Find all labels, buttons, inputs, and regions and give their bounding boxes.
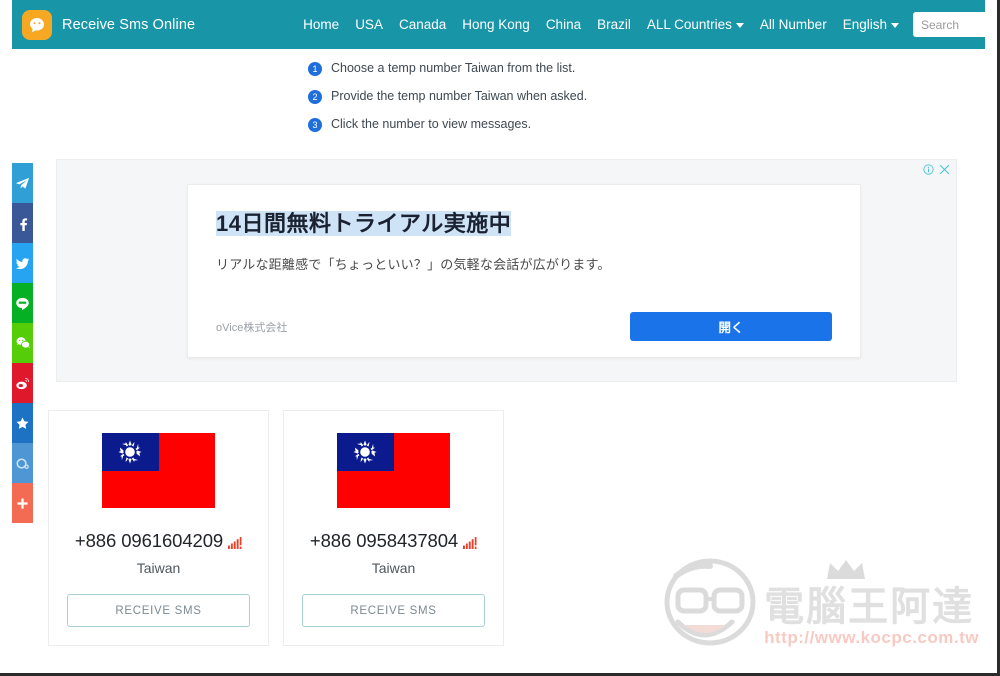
nav-link-label: USA: [355, 17, 383, 32]
brand[interactable]: Receive Sms Online: [22, 9, 196, 40]
nav-link-usa[interactable]: USA: [355, 17, 383, 32]
social-share-line[interactable]: [12, 283, 33, 323]
ad-headline: 14日間無料トライアル実施中: [216, 211, 512, 236]
nav-link-label: ALL Countries: [646, 17, 732, 32]
step-text: Click the number to view messages.: [331, 117, 532, 131]
step-number-badge: 2: [308, 90, 322, 104]
nav-link-hong-kong[interactable]: Hong Kong: [462, 17, 530, 32]
nav-link-label: English: [842, 17, 887, 32]
nav-link-canada[interactable]: Canada: [399, 17, 446, 32]
social-share-weibo[interactable]: [12, 363, 33, 403]
social-share-twitter[interactable]: [12, 243, 33, 283]
chat-smiley-icon: [22, 9, 52, 40]
social-share-more[interactable]: [12, 483, 33, 523]
nav-link-label: China: [545, 17, 582, 32]
page-content: 1 Choose a temp number Taiwan from the l…: [12, 49, 993, 670]
nav-link-label: Hong Kong: [462, 17, 530, 32]
flag-sun: [353, 440, 377, 464]
line-icon: [15, 296, 30, 311]
ad-subtext: リアルな距離感で「ちょっといい？」の気軽な会話が広がります。: [216, 257, 611, 272]
nav-link-label: All Number: [759, 17, 827, 32]
advertisement-container: 14日間無料トライアル実施中 リアルな距離感で「ちょっといい？」の気軽な会話が広…: [56, 159, 957, 382]
taiwan-flag-icon: [102, 433, 215, 508]
flag-sun: [118, 440, 142, 464]
plus-icon: [15, 496, 30, 511]
ad-footer: oVice株式会社 開く: [216, 312, 832, 341]
receive-sms-button[interactable]: RECEIVE SMS: [302, 594, 485, 627]
telegram-icon: [15, 176, 30, 191]
country-label: Taiwan: [371, 560, 416, 576]
list-item: 1 Choose a temp number Taiwan from the l…: [308, 61, 993, 89]
chevron-down-icon: [735, 23, 744, 28]
list-item: 3 Click the number to view messages.: [308, 117, 993, 145]
nav-link-all-number[interactable]: All Number: [760, 17, 827, 32]
nav-links: Home USA Canada Hong Kong China Brazil A…: [303, 17, 899, 32]
country-label: Taiwan: [136, 560, 181, 576]
step-number-badge: 1: [308, 62, 322, 76]
social-share-rail: [12, 163, 33, 523]
nav-link-home[interactable]: Home: [303, 17, 339, 32]
phone-number-line: +886 0958437804: [310, 530, 477, 552]
top-navbar: Receive Sms Online Home USA Canada Hong …: [12, 0, 997, 49]
phone-number-line: +886 0961604209: [75, 530, 242, 552]
ad-controls: [923, 164, 950, 175]
signal-bars-icon: [463, 537, 477, 552]
social-share-star[interactable]: [12, 403, 33, 443]
number-card[interactable]: +886 0961604209 Taiwan RECEIVE SMS: [48, 410, 269, 646]
search-area: [912, 12, 997, 37]
wechat-icon: [15, 335, 31, 351]
signal-bars-icon: [228, 537, 242, 552]
nav-link-label: Brazil: [597, 17, 631, 32]
phone-number: +886 0958437804: [309, 530, 459, 551]
receive-sms-button[interactable]: RECEIVE SMS: [67, 594, 250, 627]
weibo-icon: [15, 376, 30, 391]
nav-link-language[interactable]: English: [843, 17, 899, 32]
social-share-wechat[interactable]: [12, 323, 33, 363]
number-card-list: +886 0961604209 Taiwan RECEIVE SMS +886 …: [48, 410, 993, 646]
nav-link-china[interactable]: China: [546, 17, 581, 32]
search-input[interactable]: [912, 12, 997, 37]
social-share-plurk[interactable]: [12, 443, 33, 483]
step-text: Provide the temp number Taiwan when aske…: [331, 89, 588, 103]
close-icon[interactable]: [939, 164, 950, 175]
nav-link-label: Home: [303, 17, 340, 32]
social-share-telegram[interactable]: [12, 163, 33, 203]
ad-advertiser-name: oVice株式会社: [216, 321, 288, 334]
step-number-badge: 3: [308, 118, 322, 132]
taiwan-flag-icon: [337, 433, 450, 508]
nav-link-brazil[interactable]: Brazil: [597, 17, 631, 32]
phone-number: +886 0961604209: [74, 530, 224, 551]
facebook-icon: [15, 216, 30, 231]
twitter-icon: [15, 256, 30, 271]
brand-name: Receive Sms Online: [62, 16, 196, 33]
instructions-list: 1 Choose a temp number Taiwan from the l…: [12, 49, 993, 145]
nav-link-label: Canada: [398, 17, 447, 32]
star-icon: [15, 416, 30, 431]
chevron-down-icon: [890, 23, 899, 28]
ad-creative-card[interactable]: 14日間無料トライアル実施中 リアルな距離感で「ちょっといい？」の気軽な会話が広…: [187, 184, 861, 358]
list-item: 2 Provide the temp number Taiwan when as…: [308, 89, 993, 117]
browser-viewport: Receive Sms Online Home USA Canada Hong …: [0, 0, 1000, 676]
info-circle-icon[interactable]: [923, 164, 934, 175]
number-card[interactable]: +886 0958437804 Taiwan RECEIVE SMS: [283, 410, 504, 646]
nav-link-all-countries[interactable]: ALL Countries: [647, 17, 744, 32]
step-text: Choose a temp number Taiwan from the lis…: [331, 61, 576, 75]
social-share-facebook[interactable]: [12, 203, 33, 243]
ad-headline-wrap: 14日間無料トライアル実施中: [216, 207, 832, 240]
plurk-icon: [15, 456, 30, 471]
ad-cta-button[interactable]: 開く: [630, 312, 832, 341]
